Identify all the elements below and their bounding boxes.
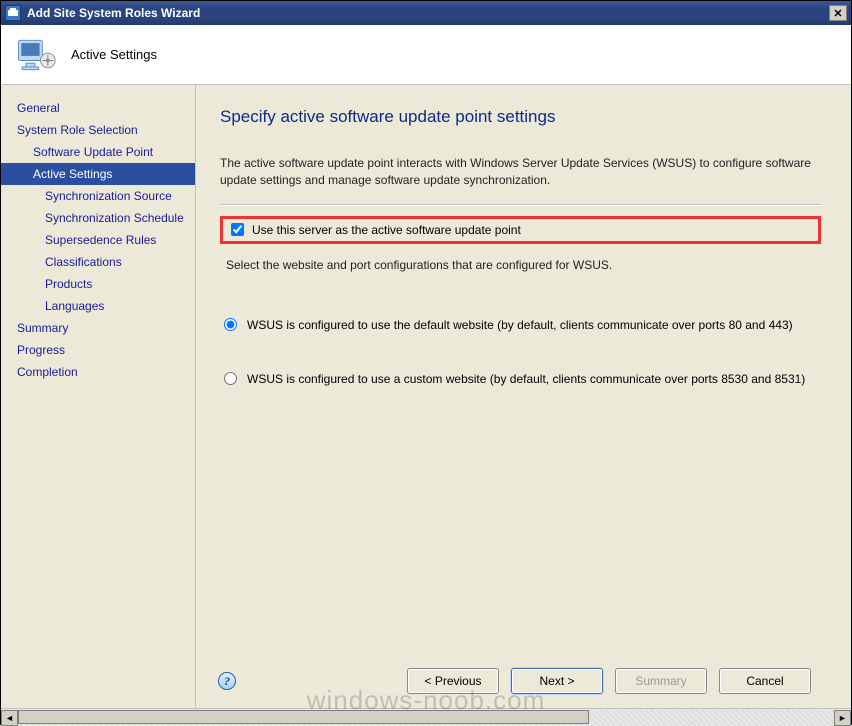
wizard-button-row: ? < Previous Next > Summary Cancel — [220, 658, 821, 708]
wsus-custom-radio-row[interactable]: WSUS is configured to use a custom websi… — [222, 372, 821, 386]
active-sup-checkbox-label: Use this server as the active software u… — [252, 223, 521, 237]
highlighted-option: Use this server as the active software u… — [220, 216, 821, 244]
nav-item-synchronization-schedule[interactable]: Synchronization Schedule — [1, 207, 195, 229]
help-icon[interactable]: ? — [218, 672, 236, 690]
nav-item-software-update-point[interactable]: Software Update Point — [1, 141, 195, 163]
nav-item-classifications[interactable]: Classifications — [1, 251, 195, 273]
divider — [220, 204, 821, 206]
wizard-header: Active Settings — [1, 25, 851, 85]
wizard-nav: GeneralSystem Role SelectionSoftware Upd… — [1, 85, 196, 708]
window-title: Add Site System Roles Wizard — [27, 6, 200, 20]
close-button[interactable]: ✕ — [829, 5, 847, 21]
scroll-right-button[interactable]: ► — [834, 710, 851, 726]
cancel-button[interactable]: Cancel — [719, 668, 811, 694]
active-sup-checkbox[interactable] — [231, 223, 244, 236]
scroll-thumb[interactable] — [18, 710, 589, 724]
wsus-custom-radio-label: WSUS is configured to use a custom websi… — [247, 372, 805, 386]
summary-button: Summary — [615, 668, 707, 694]
wsus-custom-radio[interactable] — [224, 372, 237, 385]
nav-item-general[interactable]: General — [1, 97, 195, 119]
wsus-default-radio-label: WSUS is configured to use the default we… — [247, 318, 793, 332]
nav-item-products[interactable]: Products — [1, 273, 195, 295]
nav-item-active-settings[interactable]: Active Settings — [1, 163, 195, 185]
previous-button[interactable]: < Previous — [407, 668, 499, 694]
port-config-caption: Select the website and port configuratio… — [226, 258, 821, 272]
app-icon — [5, 5, 21, 21]
wizard-section-title: Active Settings — [71, 47, 157, 62]
titlebar[interactable]: Add Site System Roles Wizard ✕ — [1, 1, 851, 25]
nav-item-system-role-selection[interactable]: System Role Selection — [1, 119, 195, 141]
horizontal-scrollbar[interactable]: ◄ ► — [1, 708, 851, 726]
nav-item-summary[interactable]: Summary — [1, 317, 195, 339]
nav-item-languages[interactable]: Languages — [1, 295, 195, 317]
scroll-left-button[interactable]: ◄ — [1, 710, 18, 726]
nav-item-synchronization-source[interactable]: Synchronization Source — [1, 185, 195, 207]
next-button[interactable]: Next > — [511, 668, 603, 694]
page-title: Specify active software update point set… — [220, 107, 821, 127]
active-sup-checkbox-row[interactable]: Use this server as the active software u… — [229, 223, 812, 237]
wsus-default-radio[interactable] — [224, 318, 237, 331]
wsus-default-radio-row[interactable]: WSUS is configured to use the default we… — [222, 318, 821, 332]
wizard-window: Add Site System Roles Wizard ✕ Active Se… — [0, 0, 852, 725]
page-description: The active software update point interac… — [220, 155, 821, 190]
wizard-icon — [13, 33, 57, 77]
nav-item-progress[interactable]: Progress — [1, 339, 195, 361]
nav-item-completion[interactable]: Completion — [1, 361, 195, 383]
scroll-track[interactable] — [18, 710, 834, 726]
nav-item-supersedence-rules[interactable]: Supersedence Rules — [1, 229, 195, 251]
wizard-content: Specify active software update point set… — [196, 85, 851, 708]
